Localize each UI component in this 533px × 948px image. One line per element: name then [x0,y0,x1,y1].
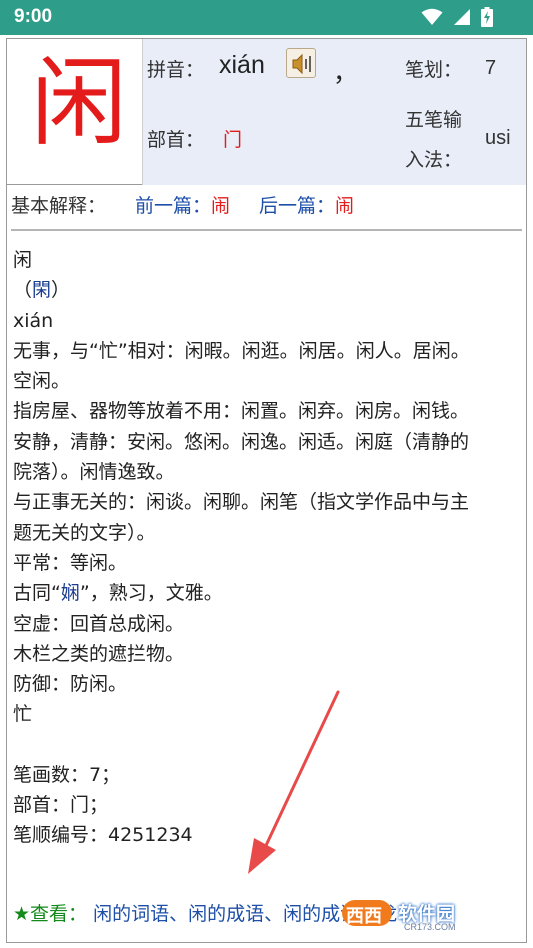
status-time: 9:00 [14,6,53,27]
related-idioms-link[interactable]: 闲的成语 [188,903,264,925]
related-words-link[interactable]: 闲的词语 [93,903,169,925]
strokes-value: 7 [485,57,497,79]
ancient-link[interactable]: 娴 [61,582,80,604]
wubi-label-line2: 入法： [405,149,463,171]
status-icons [421,7,493,27]
prev-entry-char: 闹 [211,195,231,217]
definition-pinyin: xián [13,309,54,332]
prev-entry-label: 前一篇： [135,195,212,217]
navigation-row: 基本解释： 前一篇：闹 后一篇：闹 [7,185,526,225]
character-info: 拼音： xián ， 笔划： 7 部首： 门 五笔输 入法： usi [143,39,526,185]
pinyin-value: xián [219,51,265,79]
variant-open: （ [13,279,33,302]
wifi-icon [421,8,443,25]
link-separator: 、 [169,903,189,925]
next-entry-link[interactable]: 后一篇：闹 [259,191,354,218]
meaning-line: 与正事无关的：闲谈。闲聊。闲笔（指文学作品中与主 [13,491,470,514]
watermark-url: CR173.COM [404,922,456,932]
meaning-line: 安静，清静：安闲。悠闲。闲逸。闲适。闲庭（清静的 [13,430,470,453]
basic-explanation-label: 基本解释： [11,195,107,217]
prev-entry-link[interactable]: 前一篇：闹 [135,191,230,218]
radical-value: 门 [223,129,243,151]
character-header: 闲 拼音： xián ， 笔划： 7 部首： 门 五笔输 入法： usi [7,39,526,185]
variant-close: ） [51,279,71,302]
meaning-line: 木栏之类的遮拦物。 [13,642,185,665]
status-bar: 9:00 [0,0,533,35]
meaning-line: 平常：等闲。 [13,551,128,574]
character-box: 闲 [7,39,143,185]
radical-label: 部首： [147,129,205,151]
pinyin-separator: ， [333,58,359,87]
meaning-line: 指房屋、器物等放着不用：闲置。闲弃。闲房。闲钱。 [13,400,470,423]
pinyin-label: 拼音： [147,59,205,81]
wubi-label-line1: 五笔输 [405,109,463,131]
variant-form: （閑） [13,275,523,305]
divider [11,229,522,231]
headword-character: 闲 [31,47,127,159]
link-separator: 、 [264,903,284,925]
annotation-arrow-icon [248,690,340,874]
speaker-icon[interactable] [286,48,316,78]
variant-link[interactable]: 閑 [32,279,51,301]
watermark-pill-text: 西西 [346,906,382,927]
signal-icon [454,9,470,25]
ancient-suffix: ”，熟习，文雅。 [79,582,223,605]
meaning-line: 空闲。 [13,370,71,393]
meaning-line: 院落）。闲情逸致。 [13,461,175,484]
next-entry-label: 后一篇： [259,195,336,217]
wubi-value: usi [485,127,511,149]
meaning-line: 题无关的文字）。 [13,521,156,544]
meaning-line: 空虚：回首总成闲。 [13,612,185,635]
battery-charging-icon [481,7,493,27]
see-more-label: ★查看： [13,903,88,925]
strokes-label: 笔划： [405,59,463,81]
ancient-usage-line: 古同“娴”，熟习，文雅。 [13,578,523,608]
definition-headword: 闲 [13,249,33,271]
watermark-logo: 西西 软件园 CR173.COM [336,872,516,934]
next-entry-char: 闹 [335,195,355,217]
ancient-prefix: 古同“ [13,582,61,605]
meaning-line: 无事，与“忙”相对：闲暇。闲逛。闲居。闲人。居闲。 [13,339,470,362]
